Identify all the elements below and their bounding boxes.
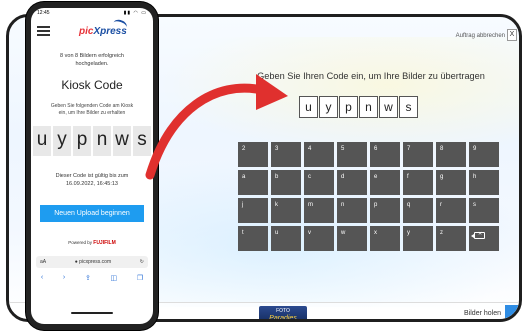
back-icon[interactable]: ‹ bbox=[41, 274, 43, 288]
key[interactable]: v bbox=[304, 226, 334, 251]
key[interactable]: j bbox=[238, 198, 268, 223]
kiosk-instruction-title: Geben Sie Ihren Code ein, um Ihre Bilder… bbox=[257, 71, 485, 81]
key[interactable]: g bbox=[436, 170, 466, 195]
code-char[interactable]: s bbox=[399, 96, 418, 118]
browser-toolbar: ‹ › ⇪ ◫ ❐ bbox=[31, 274, 153, 288]
key[interactable]: x bbox=[370, 226, 400, 251]
status-time: 12:45 bbox=[37, 10, 50, 16]
signal-wifi-battery-icon: ▮▮ ◠ ▭ bbox=[123, 10, 147, 16]
code-char: u bbox=[33, 126, 51, 156]
backspace-icon bbox=[471, 231, 485, 239]
browser-address-bar[interactable]: aA ● picxpress.com ↻ bbox=[36, 256, 148, 268]
key[interactable]: p bbox=[370, 198, 400, 223]
code-char: n bbox=[93, 126, 111, 156]
code-char: s bbox=[133, 126, 151, 156]
key[interactable]: 9 bbox=[469, 142, 499, 167]
code-char[interactable]: p bbox=[339, 96, 358, 118]
text-size-icon[interactable]: aA bbox=[40, 259, 46, 265]
phone-kiosk-code: u y p n w s bbox=[33, 126, 151, 156]
code-validity-text: Dieser Code ist gültig bis zum 16.09.202… bbox=[55, 173, 129, 187]
code-char[interactable]: w bbox=[379, 96, 398, 118]
key[interactable]: m bbox=[304, 198, 334, 223]
code-char[interactable]: y bbox=[319, 96, 338, 118]
key[interactable]: c bbox=[304, 170, 334, 195]
kiosk-code-input[interactable]: u y p n w s bbox=[299, 96, 418, 118]
smartphone: 12:45 ▮▮ ◠ ▭ picXpress 8 von 8 Bildern e… bbox=[26, 2, 158, 330]
key[interactable]: 8 bbox=[436, 142, 466, 167]
phone-screen: 12:45 ▮▮ ◠ ▭ picXpress 8 von 8 Bildern e… bbox=[31, 8, 153, 324]
powered-by: Powered by FUJIFILM bbox=[68, 240, 116, 246]
key[interactable]: 3 bbox=[271, 142, 301, 167]
foto-paradies-logo: FOTO Paradies bbox=[259, 306, 307, 319]
phone-instructions: Geben Sie folgenden Code am Kiosk ein, u… bbox=[50, 103, 134, 116]
url-text: ● picxpress.com bbox=[74, 259, 112, 265]
menu-icon[interactable] bbox=[37, 26, 50, 36]
status-bar: 12:45 ▮▮ ◠ ▭ bbox=[31, 8, 153, 18]
code-char: w bbox=[113, 126, 131, 156]
key[interactable]: t bbox=[238, 226, 268, 251]
backspace-key[interactable] bbox=[469, 226, 499, 251]
reload-icon[interactable]: ↻ bbox=[140, 259, 144, 265]
key[interactable]: f bbox=[403, 170, 433, 195]
key[interactable]: w bbox=[337, 226, 367, 251]
key[interactable]: a bbox=[238, 170, 268, 195]
tabs-icon[interactable]: ❐ bbox=[137, 274, 143, 288]
key[interactable]: s bbox=[469, 198, 499, 223]
key[interactable]: h bbox=[469, 170, 499, 195]
key[interactable]: r bbox=[436, 198, 466, 223]
key[interactable]: b bbox=[271, 170, 301, 195]
phone-page-title: Kiosk Code bbox=[61, 78, 123, 92]
key[interactable]: 4 bbox=[304, 142, 334, 167]
key[interactable]: 5 bbox=[337, 142, 367, 167]
key[interactable]: u bbox=[271, 226, 301, 251]
key[interactable]: k bbox=[271, 198, 301, 223]
share-icon[interactable]: ⇪ bbox=[85, 274, 91, 288]
code-char: p bbox=[73, 126, 91, 156]
key[interactable]: q bbox=[403, 198, 433, 223]
cancel-order-link[interactable]: Auftrag abbrechen bbox=[456, 33, 505, 39]
new-upload-button[interactable]: Neuen Upload beginnen bbox=[40, 205, 144, 222]
key[interactable]: z bbox=[436, 226, 466, 251]
upload-status-message: 8 von 8 Bildern erfolgreich hochgeladen. bbox=[60, 53, 124, 67]
fetch-images-button[interactable] bbox=[505, 305, 519, 319]
on-screen-keyboard: 2 3 4 5 6 7 8 9 a b c d e f g h j k m n … bbox=[238, 142, 506, 254]
close-icon[interactable]: X bbox=[507, 29, 517, 41]
key[interactable]: d bbox=[337, 170, 367, 195]
home-indicator bbox=[71, 312, 113, 314]
code-char[interactable]: n bbox=[359, 96, 378, 118]
bookmarks-icon[interactable]: ◫ bbox=[111, 274, 118, 288]
key[interactable]: 6 bbox=[370, 142, 400, 167]
code-char: y bbox=[53, 126, 71, 156]
key[interactable]: n bbox=[337, 198, 367, 223]
fujifilm-logo: FUJIFILM bbox=[93, 240, 116, 246]
forward-icon[interactable]: › bbox=[63, 274, 65, 288]
key[interactable]: e bbox=[370, 170, 400, 195]
fetch-images-label: Bilder holen bbox=[464, 310, 501, 317]
key[interactable]: 7 bbox=[403, 142, 433, 167]
key[interactable]: y bbox=[403, 226, 433, 251]
key[interactable]: 2 bbox=[238, 142, 268, 167]
code-char[interactable]: u bbox=[299, 96, 318, 118]
